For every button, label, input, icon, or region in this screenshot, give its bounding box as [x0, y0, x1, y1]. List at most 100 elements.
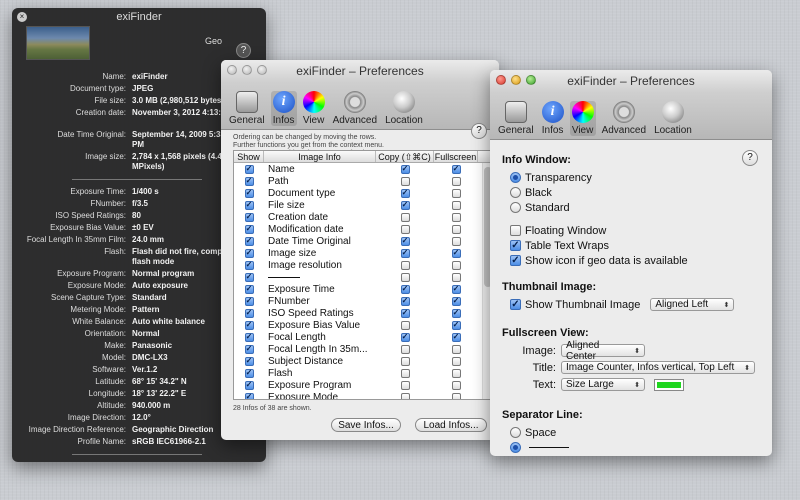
table-row[interactable]: ✓ Name ✓ ✓	[234, 163, 492, 175]
show-checkbox[interactable]: ✓	[244, 368, 254, 378]
load-infos-button[interactable]: Load Infos...	[415, 418, 487, 432]
show-checkbox[interactable]: ✓	[244, 212, 254, 222]
checkbox[interactable]: ✓	[510, 240, 521, 251]
show-checkbox[interactable]: ✓	[244, 164, 254, 174]
table-row[interactable]: ✓ File size ✓	[234, 199, 492, 211]
checkbox[interactable]	[510, 225, 521, 236]
copy-checkbox[interactable]	[400, 344, 410, 354]
show-checkbox[interactable]: ✓	[244, 320, 254, 330]
table-row[interactable]: ✓ Subject Distance	[234, 355, 492, 367]
toolbar-item-location[interactable]: Location	[383, 91, 425, 126]
text-color-well[interactable]	[654, 378, 684, 391]
toolbar-item-advanced[interactable]: Advanced	[600, 101, 648, 136]
table-row[interactable]: ✓ Image resolution	[234, 259, 492, 271]
show-checkbox[interactable]: ✓	[244, 272, 254, 282]
radio-standard[interactable]	[510, 202, 521, 213]
copy-checkbox[interactable]	[400, 212, 410, 222]
toolbar-item-view[interactable]: View	[301, 91, 327, 126]
fullscreen-checkbox[interactable]: ✓	[451, 308, 461, 318]
show-checkbox[interactable]: ✓	[244, 344, 254, 354]
copy-checkbox[interactable]	[400, 272, 410, 282]
minimize-button[interactable]	[242, 65, 252, 75]
table-row[interactable]: ✓ Focal Length ✓ ✓	[234, 331, 492, 343]
copy-checkbox[interactable]	[400, 260, 410, 270]
fullscreen-text-select[interactable]: Size Large ⬍	[561, 378, 645, 391]
show-checkbox[interactable]: ✓	[244, 200, 254, 210]
fullscreen-checkbox[interactable]	[451, 344, 461, 354]
help-icon[interactable]: ?	[742, 150, 758, 166]
fullscreen-checkbox[interactable]	[451, 236, 461, 246]
toolbar-item-general[interactable]: General	[227, 91, 267, 126]
toolbar-item-view[interactable]: View	[569, 101, 596, 136]
show-checkbox[interactable]: ✓	[244, 308, 254, 318]
titlebar[interactable]: exiFinder – Preferences	[490, 70, 772, 92]
table-row[interactable]: ✓ Exposure Program	[234, 379, 492, 391]
help-icon[interactable]: ?	[236, 43, 251, 58]
fullscreen-checkbox[interactable]: ✓	[451, 320, 461, 330]
table-row[interactable]: ✓ Focal Length In 35m...	[234, 343, 492, 355]
show-checkbox[interactable]: ✓	[244, 248, 254, 258]
show-checkbox[interactable]: ✓	[244, 236, 254, 246]
save-infos-button[interactable]: Save Infos...	[331, 418, 401, 432]
copy-checkbox[interactable]: ✓	[400, 188, 410, 198]
thumbnail-alignment-select[interactable]: Aligned Left ⬍	[650, 298, 735, 311]
toolbar-item-infos[interactable]: i Infos	[270, 91, 297, 126]
fullscreen-checkbox[interactable]	[451, 272, 461, 282]
fullscreen-checkbox[interactable]	[451, 380, 461, 390]
copy-checkbox[interactable]	[400, 380, 410, 390]
show-checkbox[interactable]: ✓	[244, 176, 254, 186]
table-row[interactable]: ✓ Exposure Bias Value ✓	[234, 319, 492, 331]
copy-checkbox[interactable]: ✓	[400, 332, 410, 342]
show-checkbox[interactable]: ✓	[244, 296, 254, 306]
copy-checkbox[interactable]: ✓	[400, 284, 410, 294]
show-thumbnail-checkbox[interactable]: ✓	[510, 299, 521, 310]
toolbar-item-location[interactable]: Location	[652, 101, 694, 136]
hud-titlebar[interactable]: × exiFinder	[12, 8, 266, 26]
table-row[interactable]: ✓ FNumber ✓ ✓	[234, 295, 492, 307]
show-checkbox[interactable]: ✓	[244, 260, 254, 270]
toolbar-item-advanced[interactable]: Advanced	[331, 91, 379, 126]
fullscreen-checkbox[interactable]	[451, 212, 461, 222]
table-row[interactable]: ✓ Date Time Original ✓	[234, 235, 492, 247]
close-button[interactable]	[496, 75, 506, 85]
zoom-button[interactable]	[526, 75, 536, 85]
col-fullscreen[interactable]: Fullscreen	[434, 151, 478, 162]
show-checkbox[interactable]: ✓	[244, 224, 254, 234]
fullscreen-checkbox[interactable]	[451, 392, 461, 399]
table-row[interactable]: ✓ Path	[234, 175, 492, 187]
copy-checkbox[interactable]	[400, 356, 410, 366]
show-checkbox[interactable]: ✓	[244, 392, 254, 399]
col-show[interactable]: Show	[234, 151, 264, 162]
copy-checkbox[interactable]	[400, 176, 410, 186]
show-checkbox[interactable]: ✓	[244, 332, 254, 342]
show-checkbox[interactable]: ✓	[244, 356, 254, 366]
table-row[interactable]: ✓ Modification date	[234, 223, 492, 235]
col-image-info[interactable]: Image Info	[264, 151, 376, 162]
copy-checkbox[interactable]	[400, 320, 410, 330]
copy-checkbox[interactable]: ✓	[400, 236, 410, 246]
copy-checkbox[interactable]: ✓	[400, 308, 410, 318]
copy-checkbox[interactable]: ✓	[400, 200, 410, 210]
show-checkbox[interactable]: ✓	[244, 380, 254, 390]
fullscreen-checkbox[interactable]	[451, 200, 461, 210]
help-icon[interactable]: ?	[471, 123, 487, 139]
table-row[interactable]: ✓ Exposure Time ✓ ✓	[234, 283, 492, 295]
fullscreen-image-select[interactable]: Aligned Center ⬍	[561, 340, 645, 362]
separator-line-radio[interactable]	[510, 442, 521, 453]
radio-transparency[interactable]	[510, 172, 521, 183]
fullscreen-checkbox[interactable]: ✓	[451, 296, 461, 306]
copy-checkbox[interactable]: ✓	[400, 248, 410, 258]
fullscreen-checkbox[interactable]	[451, 368, 461, 378]
table-row[interactable]: ✓ Exposure Mode	[234, 391, 492, 399]
copy-checkbox[interactable]: ✓	[400, 296, 410, 306]
close-icon[interactable]: ×	[17, 12, 27, 22]
table-row[interactable]: ✓ Flash	[234, 367, 492, 379]
table-row[interactable]: ✓ Document type ✓	[234, 187, 492, 199]
fullscreen-checkbox[interactable]	[451, 176, 461, 186]
copy-checkbox[interactable]	[400, 224, 410, 234]
show-checkbox[interactable]: ✓	[244, 284, 254, 294]
copy-checkbox[interactable]: ✓	[400, 164, 410, 174]
fullscreen-title-select[interactable]: Image Counter, Infos vertical, Top Left ⬍	[561, 361, 755, 374]
fullscreen-checkbox[interactable]: ✓	[451, 248, 461, 258]
toolbar-item-infos[interactable]: i Infos	[540, 101, 566, 136]
